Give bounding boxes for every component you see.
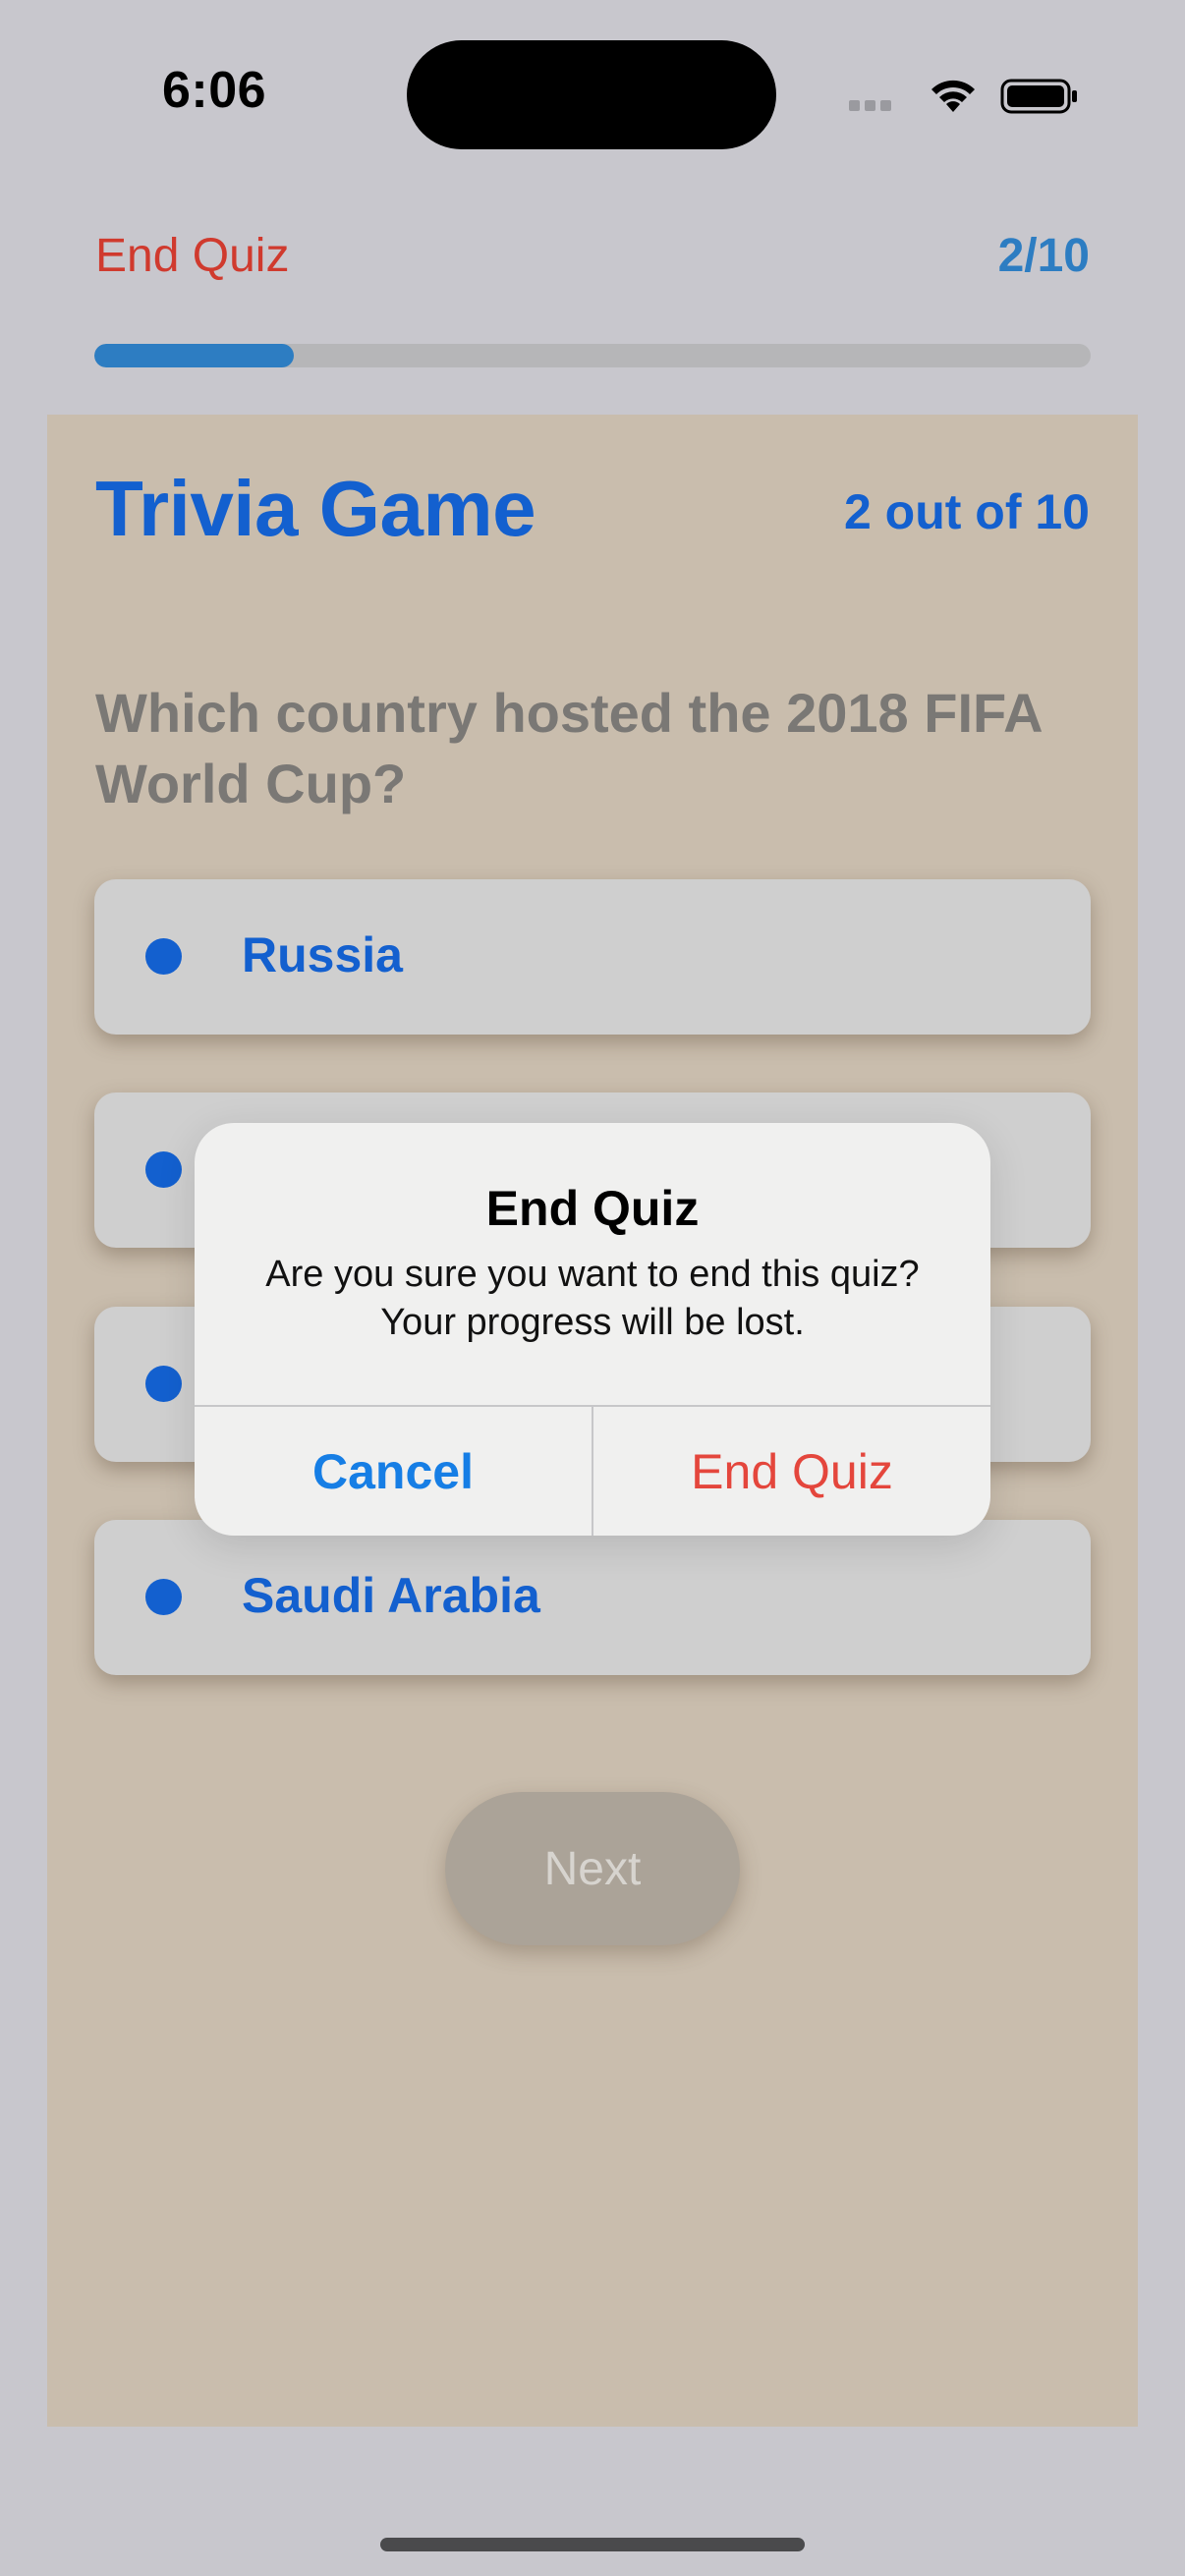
radio-dot-icon (145, 1366, 182, 1402)
cellular-signal-icon (849, 98, 908, 112)
quiz-progress-bar (94, 344, 1091, 367)
end-quiz-button[interactable]: End Quiz (95, 229, 289, 283)
alert-message-line-2: Your progress will be lost. (380, 1302, 805, 1343)
page-title: Trivia Game (95, 465, 536, 552)
end-quiz-alert: End Quiz Are you sure you want to end th… (195, 1123, 990, 1536)
answer-option-label: Saudi Arabia (242, 1568, 540, 1623)
alert-message-line-1: Are you sure you want to end this quiz? (265, 1254, 920, 1295)
radio-dot-icon (145, 1151, 182, 1188)
alert-cancel-button[interactable]: Cancel (195, 1407, 592, 1536)
question-counter: 2/10 (997, 230, 1090, 282)
dynamic-island (407, 40, 776, 149)
quiz-progress-fill (94, 344, 294, 367)
answer-option-label: Russia (242, 927, 403, 982)
alert-title: End Quiz (485, 1181, 700, 1236)
answer-option-1[interactable]: Russia (94, 879, 1091, 1035)
alert-message: Are you sure you want to end this quiz? … (224, 1251, 961, 1347)
question-progress-label: 2 out of 10 (843, 484, 1090, 539)
wifi-icon (928, 77, 979, 116)
battery-icon (1000, 77, 1079, 116)
radio-dot-icon (145, 1579, 182, 1615)
radio-dot-icon (145, 938, 182, 975)
alert-end-quiz-button[interactable]: End Quiz (593, 1407, 990, 1536)
question-text: Which country hosted the 2018 FIFA World… (95, 682, 1042, 814)
answer-option-4[interactable]: Saudi Arabia (94, 1520, 1091, 1675)
next-button[interactable]: Next (445, 1792, 740, 1945)
home-indicator[interactable] (380, 2538, 805, 2551)
status-time: 6:06 (162, 62, 267, 119)
